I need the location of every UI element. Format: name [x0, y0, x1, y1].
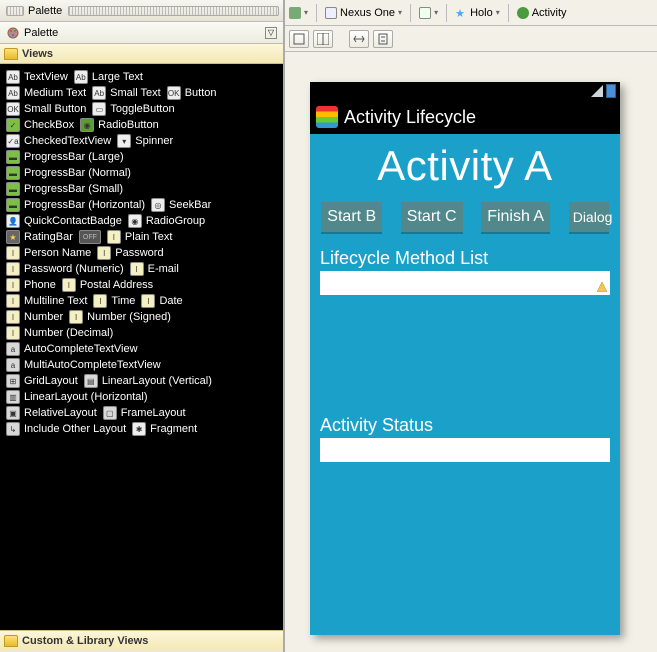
widget-phone[interactable]: IPhone — [6, 278, 56, 292]
widget-plain-text[interactable]: IPlain Text — [107, 230, 173, 244]
widget-gridlayout[interactable]: ⊞GridLayout — [6, 374, 78, 388]
widget-small-button[interactable]: OKSmall Button — [6, 102, 86, 116]
widget-spinner[interactable]: ▾Spinner — [117, 134, 173, 148]
zoom-real-button[interactable] — [373, 30, 393, 48]
views-category-header[interactable]: Views — [0, 44, 283, 64]
status-section-label: Activity Status — [320, 415, 610, 436]
widget-toggle-button[interactable]: ▭ToggleButton — [92, 102, 174, 116]
palette-header-label: Palette — [28, 5, 62, 17]
widget-fragment[interactable]: ✱Fragment — [132, 422, 197, 436]
off-badge: OFF — [79, 230, 101, 244]
widget-seekbar[interactable]: ◎SeekBar — [151, 198, 211, 212]
widget-progress-small[interactable]: ▬ProgressBar (Small) — [6, 182, 123, 196]
widget-progress-horizontal[interactable]: ▬ProgressBar (Horizontal) — [6, 198, 145, 212]
design-canvas[interactable]: Activity Lifecycle Activity A Start B St… — [285, 52, 657, 652]
viewmode-normal-button[interactable] — [289, 30, 309, 48]
palette-menu-dropdown[interactable]: ▽ — [265, 27, 277, 39]
widget-textview[interactable]: AbTextView — [6, 70, 68, 84]
widget-autocomplete[interactable]: aAutoCompleteTextView — [6, 342, 138, 356]
views-list: AbTextView AbLarge Text AbMedium Text AbSm… — [0, 64, 283, 630]
device-preview[interactable]: Activity Lifecycle Activity A Start B St… — [310, 82, 620, 635]
signal-icon — [591, 85, 603, 97]
widget-frame[interactable]: ▢FrameLayout — [103, 406, 186, 420]
widget-checked-textview[interactable]: ✓aCheckedTextView — [6, 134, 111, 148]
lifecycle-method-list[interactable] — [320, 271, 610, 295]
widget-include[interactable]: ↳Include Other Layout — [6, 422, 126, 436]
widget-linear-v[interactable]: ▤LinearLayout (Vertical) — [84, 374, 212, 388]
palette-pane: Palette Palette ▽ Views AbTextView AbLarg… — [0, 0, 284, 652]
widget-password[interactable]: IPassword — [97, 246, 163, 260]
folder-icon — [4, 635, 18, 647]
grip-icon — [68, 6, 279, 16]
config-dropdown[interactable]: ▾ — [289, 7, 308, 19]
grip-icon — [6, 6, 24, 16]
app-title: Activity Lifecycle — [344, 107, 476, 128]
widget-radiobutton[interactable]: ◉RadioButton — [80, 118, 159, 132]
finish-a-button[interactable]: Finish A — [481, 202, 550, 232]
widget-multiline[interactable]: IMultiline Text — [6, 294, 87, 308]
widget-email[interactable]: IE-mail — [130, 262, 179, 276]
widget-large-text[interactable]: AbLarge Text — [74, 70, 143, 84]
lifecycle-section-label: Lifecycle Method List — [320, 248, 610, 269]
device-dropdown[interactable]: Nexus One▾ — [325, 7, 402, 19]
start-b-button[interactable]: Start B — [321, 202, 382, 232]
widget-number-signed[interactable]: INumber (Signed) — [69, 310, 171, 324]
warning-icon — [597, 282, 607, 292]
widget-small-text[interactable]: AbSmall Text — [92, 86, 161, 100]
widget-linear-h[interactable]: ▥LinearLayout (Horizontal) — [6, 390, 148, 404]
battery-icon — [606, 84, 616, 98]
widget-person-name[interactable]: IPerson Name — [6, 246, 91, 260]
widget-checkbox[interactable]: ✓CheckBox — [6, 118, 74, 132]
widget-medium-text[interactable]: AbMedium Text — [6, 86, 86, 100]
widget-button[interactable]: OKButton — [167, 86, 217, 100]
widget-ratingbar[interactable]: ★RatingBar — [6, 230, 73, 244]
widget-progress-normal[interactable]: ▬ProgressBar (Normal) — [6, 166, 131, 180]
folder-icon — [4, 48, 18, 60]
app-action-bar: Activity Lifecycle — [310, 100, 620, 134]
activity-status-box[interactable] — [320, 438, 610, 462]
widget-radiogroup[interactable]: ◉RadioGroup — [128, 214, 205, 228]
start-c-button[interactable]: Start C — [401, 202, 463, 232]
widget-time[interactable]: ITime — [93, 294, 135, 308]
viewmode-outline-button[interactable] — [313, 30, 333, 48]
palette-sub-label: Palette — [24, 27, 58, 39]
app-icon — [316, 106, 338, 128]
widget-postal[interactable]: IPostal Address — [62, 278, 153, 292]
orientation-dropdown[interactable]: ▾ — [419, 7, 438, 19]
android-status-bar — [310, 82, 620, 100]
screen-title: Activity A — [310, 142, 620, 190]
widget-date[interactable]: IDate — [141, 294, 182, 308]
theme-dropdown[interactable]: ★Holo▾ — [455, 7, 500, 19]
widget-number-decimal[interactable]: INumber (Decimal) — [6, 326, 113, 340]
custom-header-label: Custom & Library Views — [22, 635, 148, 647]
widget-password-numeric[interactable]: IPassword (Numeric) — [6, 262, 124, 276]
palette-top-grip[interactable]: Palette — [0, 0, 283, 22]
widget-progress-large[interactable]: ▬ProgressBar (Large) — [6, 150, 124, 164]
views-header-label: Views — [22, 48, 53, 60]
widget-multiauto[interactable]: aMultiAutoCompleteTextView — [6, 358, 161, 372]
zoom-fit-button[interactable] — [349, 30, 369, 48]
custom-views-category-header[interactable]: Custom & Library Views — [0, 630, 283, 650]
palette-sub-header: Palette ▽ — [0, 22, 283, 44]
activity-dropdown[interactable]: Activity — [517, 7, 567, 19]
designer-pane: ▾ Nexus One▾ ▾ ★Holo▾ Activity Activity … — [284, 0, 657, 652]
widget-relative[interactable]: ▣RelativeLayout — [6, 406, 97, 420]
widget-number[interactable]: INumber — [6, 310, 63, 324]
designer-toolbar-1: ▾ Nexus One▾ ▾ ★Holo▾ Activity — [285, 0, 657, 26]
dialog-button[interactable]: Dialog — [569, 202, 609, 232]
palette-icon — [6, 26, 20, 40]
widget-quick-contact[interactable]: 👤QuickContactBadge — [6, 214, 122, 228]
action-button-row: Start B Start C Finish A Dialog — [310, 202, 620, 232]
designer-toolbar-2 — [285, 26, 657, 52]
